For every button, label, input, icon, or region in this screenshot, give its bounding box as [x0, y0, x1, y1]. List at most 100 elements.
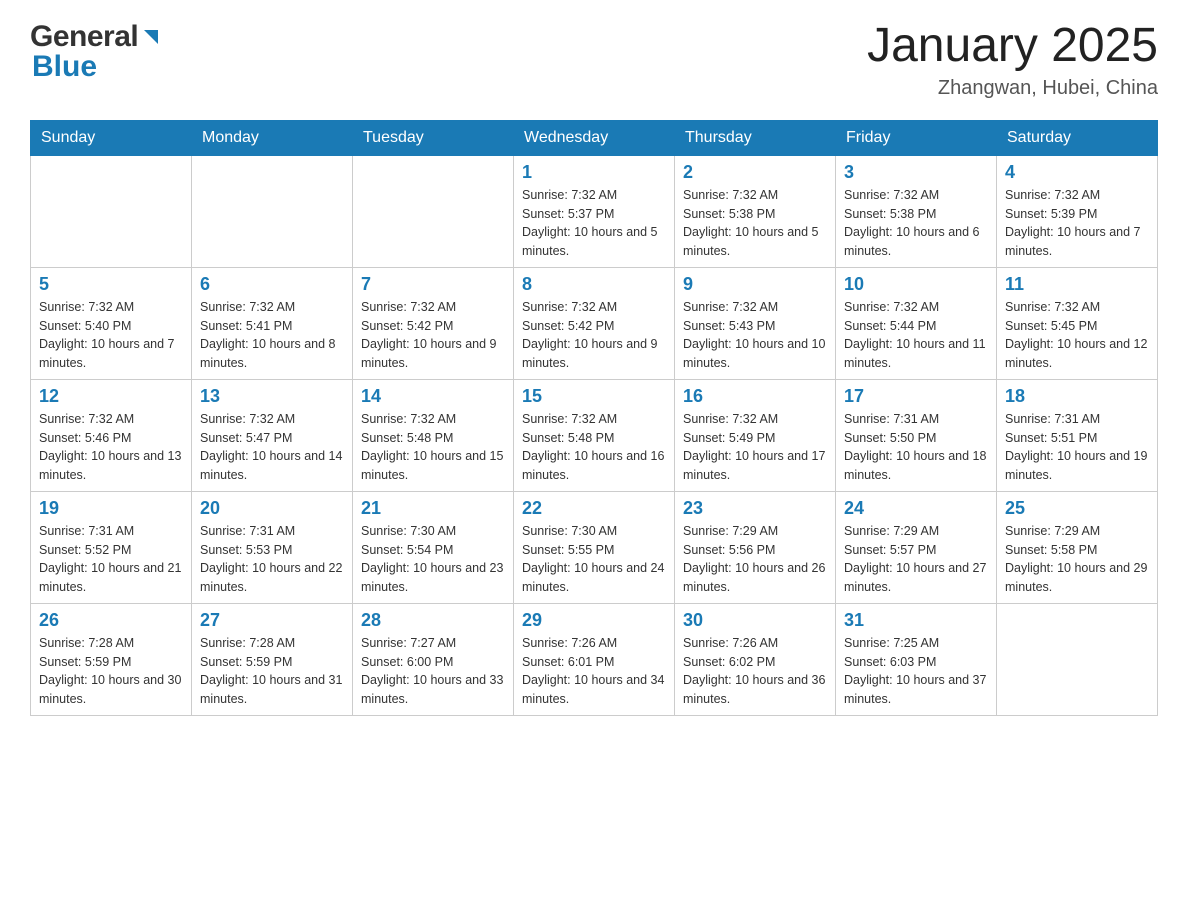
calendar-cell: 13 Sunrise: 7:32 AM Sunset: 5:47 PM Dayli…	[192, 379, 353, 491]
calendar-cell: 24 Sunrise: 7:29 AM Sunset: 5:57 PM Dayli…	[836, 491, 997, 603]
calendar-cell: 20 Sunrise: 7:31 AM Sunset: 5:53 PM Dayli…	[192, 491, 353, 603]
day-number: 30	[683, 610, 827, 631]
day-number: 27	[200, 610, 344, 631]
calendar-cell	[192, 155, 353, 267]
calendar-header-wednesday: Wednesday	[514, 120, 675, 155]
calendar-header-tuesday: Tuesday	[353, 120, 514, 155]
day-info: Sunrise: 7:29 AM Sunset: 5:56 PM Dayligh…	[683, 522, 827, 597]
day-number: 25	[1005, 498, 1149, 519]
day-info: Sunrise: 7:31 AM Sunset: 5:50 PM Dayligh…	[844, 410, 988, 485]
day-number: 20	[200, 498, 344, 519]
calendar-cell: 15 Sunrise: 7:32 AM Sunset: 5:48 PM Dayli…	[514, 379, 675, 491]
day-number: 5	[39, 274, 183, 295]
day-info: Sunrise: 7:32 AM Sunset: 5:39 PM Dayligh…	[1005, 186, 1149, 261]
day-number: 13	[200, 386, 344, 407]
day-number: 29	[522, 610, 666, 631]
calendar-cell: 2 Sunrise: 7:32 AM Sunset: 5:38 PM Daylig…	[675, 155, 836, 267]
day-number: 7	[361, 274, 505, 295]
calendar-cell: 22Sunrise: 7:30 AM Sunset: 5:55 PM Dayli…	[514, 491, 675, 603]
day-number: 4	[1005, 162, 1149, 183]
calendar-cell: 28 Sunrise: 7:27 AM Sunset: 6:00 PM Dayli…	[353, 603, 514, 715]
calendar-cell: 7 Sunrise: 7:32 AM Sunset: 5:42 PM Daylig…	[353, 267, 514, 379]
day-info: Sunrise: 7:32 AM Sunset: 5:44 PM Dayligh…	[844, 298, 988, 373]
calendar-cell: 8Sunrise: 7:32 AM Sunset: 5:42 PM Daylig…	[514, 267, 675, 379]
calendar-header-row: SundayMondayTuesdayWednesdayThursdayFrid…	[31, 120, 1158, 155]
day-info: Sunrise: 7:30 AM Sunset: 5:54 PM Dayligh…	[361, 522, 505, 597]
day-info: Sunrise: 7:28 AM Sunset: 5:59 PM Dayligh…	[39, 634, 183, 709]
day-number: 16	[683, 386, 827, 407]
day-info: Sunrise: 7:32 AM Sunset: 5:48 PM Dayligh…	[361, 410, 505, 485]
day-info: Sunrise: 7:32 AM Sunset: 5:37 PM Dayligh…	[522, 186, 666, 261]
day-info: Sunrise: 7:32 AM Sunset: 5:46 PM Dayligh…	[39, 410, 183, 485]
day-info: Sunrise: 7:32 AM Sunset: 5:42 PM Dayligh…	[361, 298, 505, 373]
day-number: 9	[683, 274, 827, 295]
calendar-cell	[353, 155, 514, 267]
day-info: Sunrise: 7:32 AM Sunset: 5:41 PM Dayligh…	[200, 298, 344, 373]
day-info: Sunrise: 7:32 AM Sunset: 5:42 PM Dayligh…	[522, 298, 666, 373]
day-info: Sunrise: 7:26 AM Sunset: 6:02 PM Dayligh…	[683, 634, 827, 709]
calendar-header-friday: Friday	[836, 120, 997, 155]
calendar-header-saturday: Saturday	[997, 120, 1158, 155]
calendar-cell: 5 Sunrise: 7:32 AM Sunset: 5:40 PM Daylig…	[31, 267, 192, 379]
calendar-week-5: 26 Sunrise: 7:28 AM Sunset: 5:59 PM Dayli…	[31, 603, 1158, 715]
calendar-cell: 17 Sunrise: 7:31 AM Sunset: 5:50 PM Dayli…	[836, 379, 997, 491]
calendar-cell: 23 Sunrise: 7:29 AM Sunset: 5:56 PM Dayli…	[675, 491, 836, 603]
day-number: 31	[844, 610, 988, 631]
day-info: Sunrise: 7:32 AM Sunset: 5:48 PM Dayligh…	[522, 410, 666, 485]
calendar-cell: 4 Sunrise: 7:32 AM Sunset: 5:39 PM Daylig…	[997, 155, 1158, 267]
calendar-header-thursday: Thursday	[675, 120, 836, 155]
day-number: 22	[522, 498, 666, 519]
day-number: 11	[1005, 274, 1149, 295]
day-info: Sunrise: 7:31 AM Sunset: 5:51 PM Dayligh…	[1005, 410, 1149, 485]
logo-blue-label: Blue	[32, 50, 97, 83]
day-number: 3	[844, 162, 988, 183]
day-info: Sunrise: 7:26 AM Sunset: 6:01 PM Dayligh…	[522, 634, 666, 709]
day-number: 28	[361, 610, 505, 631]
calendar-cell	[997, 603, 1158, 715]
day-number: 6	[200, 274, 344, 295]
calendar-cell: 25 Sunrise: 7:29 AM Sunset: 5:58 PM Dayli…	[997, 491, 1158, 603]
day-number: 24	[844, 498, 988, 519]
day-number: 10	[844, 274, 988, 295]
day-info: Sunrise: 7:29 AM Sunset: 5:58 PM Dayligh…	[1005, 522, 1149, 597]
day-info: Sunrise: 7:27 AM Sunset: 6:00 PM Dayligh…	[361, 634, 505, 709]
calendar-cell: 11 Sunrise: 7:32 AM Sunset: 5:45 PM Dayli…	[997, 267, 1158, 379]
day-info: Sunrise: 7:32 AM Sunset: 5:47 PM Dayligh…	[200, 410, 344, 485]
day-number: 2	[683, 162, 827, 183]
calendar-table: SundayMondayTuesdayWednesdayThursdayFrid…	[30, 120, 1158, 716]
day-number: 14	[361, 386, 505, 407]
calendar-week-1: 1Sunrise: 7:32 AM Sunset: 5:37 PM Daylig…	[31, 155, 1158, 267]
day-info: Sunrise: 7:29 AM Sunset: 5:57 PM Dayligh…	[844, 522, 988, 597]
calendar-week-2: 5 Sunrise: 7:32 AM Sunset: 5:40 PM Daylig…	[31, 267, 1158, 379]
calendar-cell: 3 Sunrise: 7:32 AM Sunset: 5:38 PM Daylig…	[836, 155, 997, 267]
calendar-cell: 21Sunrise: 7:30 AM Sunset: 5:54 PM Dayli…	[353, 491, 514, 603]
calendar-cell: 16 Sunrise: 7:32 AM Sunset: 5:49 PM Dayli…	[675, 379, 836, 491]
calendar-cell: 14 Sunrise: 7:32 AM Sunset: 5:48 PM Dayli…	[353, 379, 514, 491]
calendar-cell: 12 Sunrise: 7:32 AM Sunset: 5:46 PM Dayli…	[31, 379, 192, 491]
day-info: Sunrise: 7:32 AM Sunset: 5:38 PM Dayligh…	[683, 186, 827, 261]
calendar-cell: 19Sunrise: 7:31 AM Sunset: 5:52 PM Dayli…	[31, 491, 192, 603]
day-number: 12	[39, 386, 183, 407]
title-section: January 2025 Zhangwan, Hubei, China	[867, 20, 1158, 100]
day-info: Sunrise: 7:32 AM Sunset: 5:38 PM Dayligh…	[844, 186, 988, 261]
day-info: Sunrise: 7:25 AM Sunset: 6:03 PM Dayligh…	[844, 634, 988, 709]
calendar-cell: 30 Sunrise: 7:26 AM Sunset: 6:02 PM Dayli…	[675, 603, 836, 715]
day-info: Sunrise: 7:32 AM Sunset: 5:45 PM Dayligh…	[1005, 298, 1149, 373]
day-info: Sunrise: 7:32 AM Sunset: 5:40 PM Dayligh…	[39, 298, 183, 373]
day-number: 26	[39, 610, 183, 631]
day-number: 23	[683, 498, 827, 519]
day-info: Sunrise: 7:31 AM Sunset: 5:52 PM Dayligh…	[39, 522, 183, 597]
day-info: Sunrise: 7:32 AM Sunset: 5:43 PM Dayligh…	[683, 298, 827, 373]
day-info: Sunrise: 7:31 AM Sunset: 5:53 PM Dayligh…	[200, 522, 344, 597]
logo-general-text: General	[30, 20, 138, 54]
day-number: 17	[844, 386, 988, 407]
calendar-cell: 9 Sunrise: 7:32 AM Sunset: 5:43 PM Daylig…	[675, 267, 836, 379]
day-number: 15	[522, 386, 666, 407]
calendar-cell: 26 Sunrise: 7:28 AM Sunset: 5:59 PM Dayli…	[31, 603, 192, 715]
calendar-cell: 10 Sunrise: 7:32 AM Sunset: 5:44 PM Dayli…	[836, 267, 997, 379]
calendar-cell: 29 Sunrise: 7:26 AM Sunset: 6:01 PM Dayli…	[514, 603, 675, 715]
calendar-header-monday: Monday	[192, 120, 353, 155]
day-info: Sunrise: 7:32 AM Sunset: 5:49 PM Dayligh…	[683, 410, 827, 485]
page-header: General Blue January 2025 Zhangwan, Hube…	[30, 20, 1158, 100]
location: Zhangwan, Hubei, China	[867, 77, 1158, 100]
